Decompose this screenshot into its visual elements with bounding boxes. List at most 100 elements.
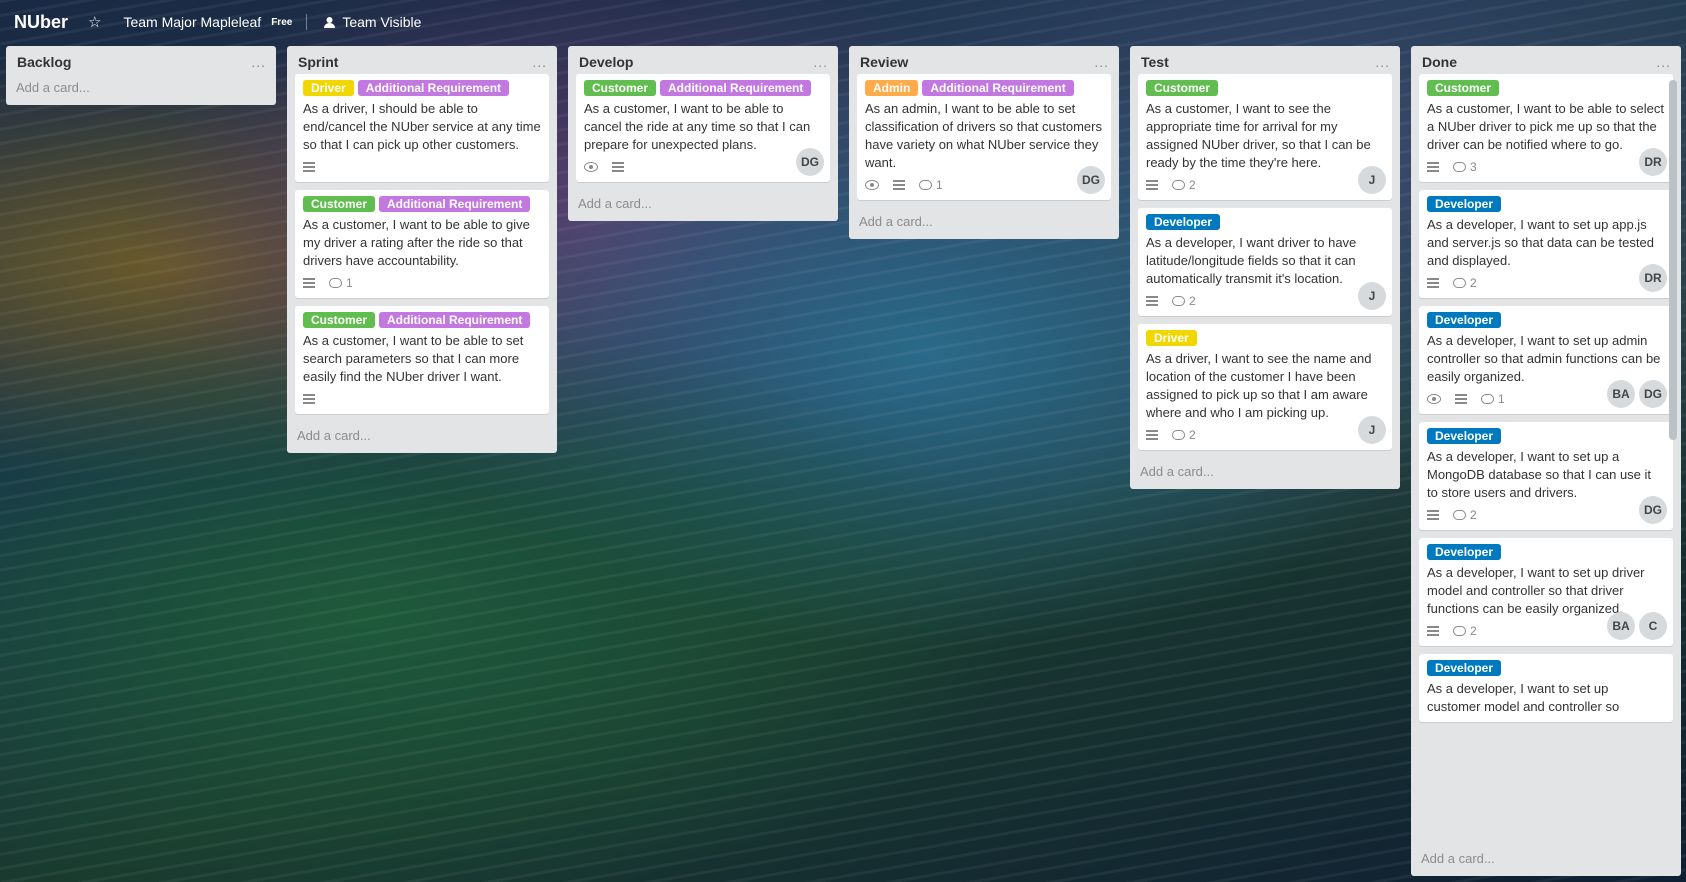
- list-title[interactable]: Review: [860, 54, 908, 70]
- card-labels: Developer: [1427, 660, 1665, 676]
- visibility-button[interactable]: Team Visible: [323, 14, 421, 30]
- avatar[interactable]: DG: [1077, 166, 1105, 194]
- label-additional-requirement: Additional Requirement: [379, 312, 531, 328]
- avatar[interactable]: BA: [1607, 380, 1635, 408]
- board-title[interactable]: NUber: [14, 12, 68, 33]
- comments-badge: 2: [1172, 178, 1196, 192]
- card-labels: Customer Additional Requirement: [303, 196, 541, 212]
- card[interactable]: Driver As a driver, I want to see the nam…: [1138, 324, 1392, 450]
- card-labels: Developer: [1427, 312, 1665, 328]
- card[interactable]: Developer As a developer, I want to set u…: [1419, 422, 1673, 530]
- avatar[interactable]: J: [1358, 416, 1386, 444]
- avatar[interactable]: J: [1358, 282, 1386, 310]
- visibility-label: Team Visible: [342, 14, 422, 30]
- comment-icon: [1481, 394, 1494, 404]
- description-icon: [1427, 162, 1439, 172]
- list-header: Test...: [1130, 46, 1400, 74]
- add-card-button[interactable]: Add a card...: [287, 422, 557, 453]
- list-menu-icon[interactable]: ...: [1656, 54, 1671, 70]
- avatar[interactable]: DG: [1639, 496, 1667, 524]
- list-title[interactable]: Test: [1141, 54, 1169, 70]
- list-title[interactable]: Done: [1422, 54, 1457, 70]
- avatar[interactable]: DG: [1639, 380, 1667, 408]
- board-lists: Backlog... Add a card... Sprint... Driver Ad…: [6, 46, 1681, 876]
- star-icon[interactable]: ☆: [88, 13, 101, 31]
- comment-count: 2: [1189, 294, 1196, 308]
- card-list: Admin Additional Requirement As an admin, …: [849, 74, 1119, 208]
- card-badges: 2: [1427, 506, 1665, 524]
- card-title: As a customer, I want to be able to give…: [303, 217, 530, 268]
- avatar[interactable]: DR: [1639, 264, 1667, 292]
- card-members: DR: [1639, 264, 1667, 292]
- avatar[interactable]: BA: [1607, 612, 1635, 640]
- list-menu-icon[interactable]: ...: [532, 54, 547, 70]
- card-title: As a customer, I want to be able to set …: [303, 333, 524, 384]
- card[interactable]: Developer As a developer, I want to set u…: [1419, 190, 1673, 298]
- add-card-button[interactable]: Add a card...: [849, 208, 1119, 239]
- card[interactable]: Developer As a developer, I want to set u…: [1419, 538, 1673, 646]
- header-divider: [306, 14, 308, 30]
- card-labels: Developer: [1427, 544, 1665, 560]
- avatar[interactable]: DG: [796, 148, 824, 176]
- description-icon: [303, 162, 315, 172]
- comment-count: 2: [1189, 178, 1196, 192]
- card[interactable]: Customer As a customer, I want to see the…: [1138, 74, 1392, 200]
- label-developer: Developer: [1427, 660, 1502, 676]
- label-customer: Customer: [1427, 80, 1500, 96]
- card[interactable]: Admin Additional Requirement As an admin, …: [857, 74, 1111, 200]
- card[interactable]: Driver Additional Requirement As a driver,…: [295, 74, 549, 182]
- comments-badge: 2: [1172, 428, 1196, 442]
- card-labels: Developer: [1427, 196, 1665, 212]
- add-card-button[interactable]: Add a card...: [1130, 458, 1400, 489]
- list-backlog: Backlog... Add a card...: [6, 46, 276, 105]
- card[interactable]: Customer Additional Requirement As a custo…: [295, 190, 549, 298]
- list-menu-icon[interactable]: ...: [251, 54, 266, 70]
- card-badges: [584, 158, 822, 176]
- comment-count: 2: [1189, 428, 1196, 442]
- card-badges: [303, 390, 541, 408]
- list-title[interactable]: Develop: [579, 54, 633, 70]
- card-members: J: [1358, 282, 1386, 310]
- label-developer: Developer: [1427, 428, 1502, 444]
- watch-icon: [1427, 394, 1441, 404]
- list-menu-icon[interactable]: ...: [813, 54, 828, 70]
- card-badges: 2: [1146, 176, 1384, 194]
- card[interactable]: Developer As a developer, I want to set u…: [1419, 306, 1673, 414]
- card[interactable]: Developer As a developer, I want to set u…: [1419, 654, 1673, 722]
- watch-icon: [584, 162, 598, 172]
- list-menu-icon[interactable]: ...: [1094, 54, 1109, 70]
- list-sprint: Sprint... Driver Additional Requirement As …: [287, 46, 557, 453]
- card-list: Customer As a customer, I want to see the…: [1130, 74, 1400, 458]
- card-title: As a customer, I want to be able to sele…: [1427, 101, 1665, 152]
- card-list: Customer As a customer, I want to be able…: [1411, 74, 1681, 845]
- add-card-button[interactable]: Add a card...: [568, 190, 838, 221]
- comment-count: 3: [1470, 160, 1477, 174]
- avatar[interactable]: DR: [1639, 148, 1667, 176]
- card-members: J: [1358, 416, 1386, 444]
- team-name[interactable]: Team Major Mapleleaf: [123, 14, 261, 30]
- list-title[interactable]: Sprint: [298, 54, 338, 70]
- label-additional-requirement: Additional Requirement: [660, 80, 812, 96]
- card-labels: Developer: [1427, 428, 1665, 444]
- comment-icon: [1453, 162, 1466, 172]
- list-title[interactable]: Backlog: [17, 54, 71, 70]
- label-additional-requirement: Additional Requirement: [357, 80, 510, 96]
- add-card-button[interactable]: Add a card...: [6, 74, 276, 105]
- card-badges: [303, 158, 541, 176]
- description-icon: [303, 278, 315, 288]
- card[interactable]: Customer Additional Requirement As a custo…: [576, 74, 830, 182]
- card[interactable]: Customer Additional Requirement As a custo…: [295, 306, 549, 414]
- avatar[interactable]: J: [1358, 166, 1386, 194]
- comment-icon: [1172, 180, 1185, 190]
- card-badges: 2: [1146, 292, 1384, 310]
- list-scrollbar[interactable]: [1669, 80, 1677, 440]
- label-driver: Driver: [1146, 330, 1197, 346]
- card-badges: 2: [1146, 426, 1384, 444]
- card[interactable]: Developer As a developer, I want driver t…: [1138, 208, 1392, 316]
- comments-badge: 2: [1453, 624, 1477, 638]
- list-menu-icon[interactable]: ...: [1375, 54, 1390, 70]
- plan-badge: Free: [271, 16, 293, 28]
- avatar[interactable]: C: [1639, 612, 1667, 640]
- add-card-button[interactable]: Add a card...: [1411, 845, 1681, 876]
- card[interactable]: Customer As a customer, I want to be able…: [1419, 74, 1673, 182]
